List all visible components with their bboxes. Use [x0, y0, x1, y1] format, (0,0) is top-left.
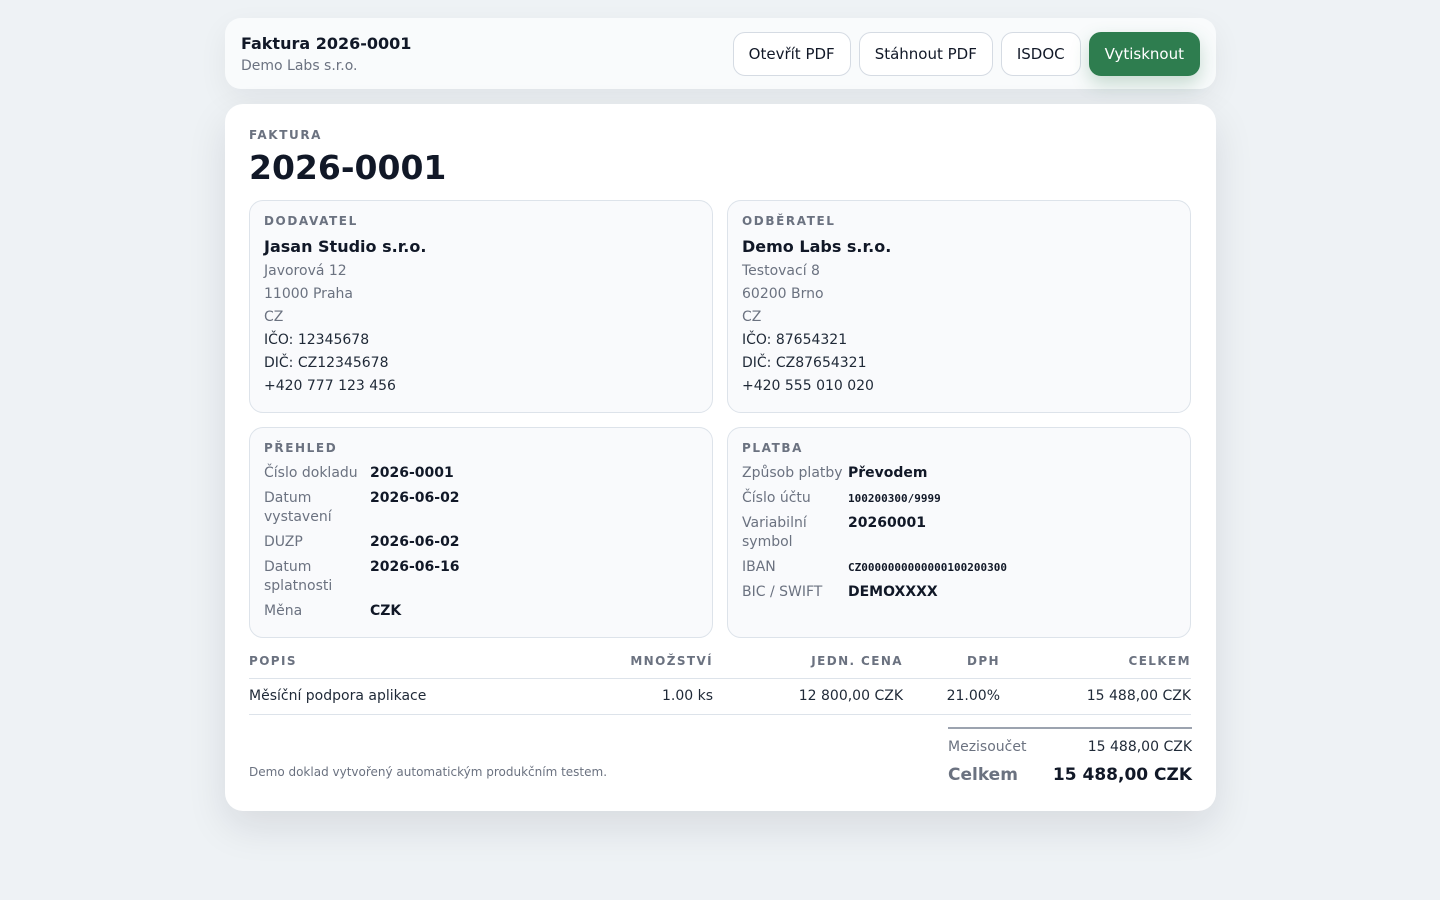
- print-button[interactable]: Vytisknout: [1088, 31, 1200, 76]
- item-total: 15 488,00 CZK: [1000, 678, 1191, 715]
- overview-value: 2026-06-16: [370, 559, 460, 575]
- customer-panel: ODBĚRATEL Demo Labs s.r.o. Testovací 8 6…: [727, 200, 1191, 413]
- overview-value: 2026-06-02: [370, 534, 460, 550]
- supplier-country: CZ: [264, 309, 284, 325]
- item-unit-price: 12 800,00 CZK: [713, 678, 903, 715]
- open-pdf-button[interactable]: Otevřít PDF: [732, 31, 851, 76]
- footer-note: Demo doklad vytvořený automatickým produ…: [249, 765, 608, 779]
- supplier-name: Jasan Studio s.r.o.: [264, 237, 427, 256]
- invoice-footer: Demo doklad vytvořený automatickým produ…: [249, 727, 1192, 797]
- items-header-row: POPIS MNOŽSTVÍ JEDN. CENA DPH CELKEM: [249, 650, 1191, 679]
- supplier-ico: IČO: 12345678: [264, 332, 370, 348]
- payment-panel: PLATBA Způsob platby Převodem Číslo účtu…: [727, 427, 1191, 638]
- items-table: POPIS MNOŽSTVÍ JEDN. CENA DPH CELKEM Měs…: [249, 650, 1191, 715]
- customer-city: 60200 Brno: [742, 286, 824, 302]
- overview-key: Měna: [264, 603, 303, 619]
- customer-phone: +420 555 010 020: [742, 378, 874, 394]
- supplier-panel: DODAVATEL Jasan Studio s.r.o. Javorová 1…: [249, 200, 713, 413]
- payment-value-account: 100200300/9999: [848, 492, 941, 505]
- supplier-label: DODAVATEL: [264, 214, 358, 228]
- overview-label: PŘEHLED: [264, 441, 338, 455]
- overview-value: 2026-06-02: [370, 490, 460, 506]
- payment-list: Způsob platby Převodem Číslo účtu 100200…: [742, 464, 1176, 602]
- header-titles: Faktura 2026-0001 Demo Labs s.r.o.: [241, 34, 411, 74]
- total-row: Celkem 15 488,00 CZK: [948, 765, 1192, 785]
- payment-key: Variabilní symbol: [742, 515, 807, 550]
- invoice-kicker: FAKTURA: [249, 128, 323, 142]
- overview-key: Datum splatnosti: [264, 559, 333, 594]
- header-bar: Faktura 2026-0001 Demo Labs s.r.o. Otevř…: [225, 18, 1216, 89]
- supplier-phone: +420 777 123 456: [264, 378, 396, 394]
- customer-dic: DIČ: CZ87654321: [742, 355, 867, 371]
- isdoc-button[interactable]: ISDOC: [1000, 31, 1081, 76]
- subtotal-row: Mezisoučet 15 488,00 CZK: [948, 739, 1192, 755]
- subtotal-label: Mezisoučet: [948, 739, 1027, 755]
- total-label: Celkem: [948, 765, 1018, 785]
- overview-panel: PŘEHLED Číslo dokladu 2026-0001 Datum vy…: [249, 427, 713, 638]
- supplier-city: 11000 Praha: [264, 286, 353, 302]
- customer-label: ODBĚRATEL: [742, 214, 836, 228]
- totals-box: Mezisoučet 15 488,00 CZK Celkem 15 488,0…: [948, 727, 1192, 785]
- item-quantity: 1.00 ks: [589, 678, 713, 715]
- customer-country: CZ: [742, 309, 762, 325]
- total-value: 15 488,00 CZK: [1052, 765, 1192, 785]
- header-company: Demo Labs s.r.o.: [241, 57, 358, 74]
- payment-label: PLATBA: [742, 441, 804, 455]
- customer-ico: IČO: 87654321: [742, 332, 848, 348]
- overview-value: 2026-0001: [370, 465, 454, 481]
- col-quantity: MNOŽSTVÍ: [589, 650, 713, 679]
- customer-street: Testovací 8: [742, 263, 820, 279]
- supplier-street: Javorová 12: [264, 263, 347, 279]
- overview-value: CZK: [370, 603, 402, 619]
- overview-list: Číslo dokladu 2026-0001 Datum vystavení …: [264, 464, 698, 621]
- col-vat: DPH: [903, 650, 1000, 679]
- header-title: Faktura 2026-0001: [241, 33, 412, 53]
- customer-name: Demo Labs s.r.o.: [742, 237, 892, 256]
- item-description: Měsíční podpora aplikace: [249, 678, 589, 715]
- header-actions: Otevřít PDF Stáhnout PDF ISDOC Vytisknou…: [732, 31, 1200, 76]
- payment-value: DEMOXXXX: [848, 584, 938, 600]
- overview-key: Datum vystavení: [264, 490, 332, 525]
- col-unit-price: JEDN. CENA: [713, 650, 903, 679]
- payment-value-iban: CZ0000000000000100200300: [848, 561, 1007, 574]
- payment-value: 20260001: [848, 515, 926, 531]
- payment-value: Převodem: [848, 465, 928, 481]
- overview-key: DUZP: [264, 534, 303, 550]
- table-row: Měsíční podpora aplikace 1.00 ks 12 800,…: [249, 678, 1191, 715]
- payment-key: IBAN: [742, 559, 776, 575]
- col-description: POPIS: [249, 650, 589, 679]
- payment-key: Číslo účtu: [742, 490, 811, 506]
- payment-key: BIC / SWIFT: [742, 584, 823, 600]
- supplier-dic: DIČ: CZ12345678: [264, 355, 389, 371]
- parties-grid: DODAVATEL Jasan Studio s.r.o. Javorová 1…: [249, 200, 1192, 638]
- download-pdf-button[interactable]: Stáhnout PDF: [858, 31, 993, 76]
- invoice-number: 2026-0001: [249, 148, 447, 187]
- subtotal-value: 15 488,00 CZK: [1087, 739, 1192, 755]
- invoice-card: FAKTURA 2026-0001 DODAVATEL Jasan Studio…: [225, 104, 1216, 811]
- payment-key: Způsob platby: [742, 465, 843, 481]
- item-vat: 21.00%: [903, 678, 1000, 715]
- col-total: CELKEM: [1000, 650, 1191, 679]
- overview-key: Číslo dokladu: [264, 465, 358, 481]
